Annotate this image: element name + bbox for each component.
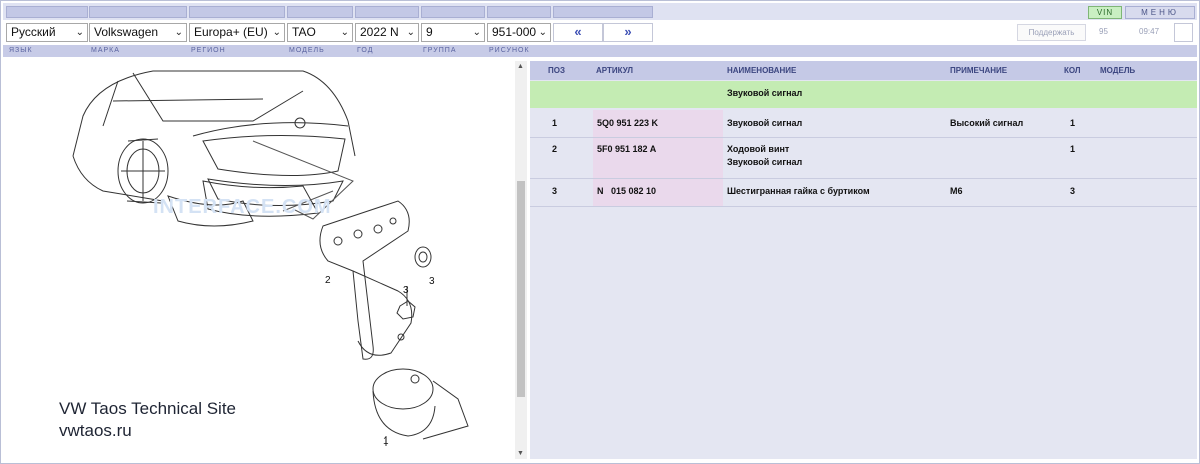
row-name-secondary: Звуковой сигнал: [727, 157, 803, 167]
toolbar-slot-figure[interactable]: [487, 6, 551, 18]
figure-value: 951-000: [492, 25, 537, 39]
table-row[interactable]: 1 5Q0 951 223 K Звуковой сигнал Высокий …: [530, 110, 1197, 138]
blank-input[interactable]: [1174, 23, 1193, 42]
group-title: Звуковой сигнал: [727, 88, 803, 98]
group-select[interactable]: 9 ⌄: [421, 23, 485, 42]
brand-select[interactable]: Volkswagen ⌄: [89, 23, 187, 42]
table-row[interactable]: 2 5F0 951 182 A Ходовой винт Звуковой си…: [530, 138, 1197, 179]
scroll-up-icon[interactable]: ▲: [517, 63, 524, 70]
callout-1: 1: [383, 436, 389, 447]
parts-diagram: 2 3 3 1 INTERFACE.COM VW Taos Technical …: [3, 61, 513, 461]
region-select[interactable]: Europa+ (EU) ⌄: [189, 23, 285, 42]
col-article: АРТИКУЛ: [596, 66, 634, 75]
top-toolbar: VIN МЕНЮ: [3, 3, 1197, 20]
site-name: VW Taos Technical Site: [59, 399, 237, 418]
row-name: Звуковой сигнал: [727, 118, 803, 128]
toolbar-slot-region[interactable]: [189, 6, 285, 18]
menu-button[interactable]: МЕНЮ: [1125, 6, 1195, 19]
app-frame: VIN МЕНЮ Русский ⌄ Volkswagen ⌄ Europa+ (E…: [0, 0, 1200, 464]
row-note: M6: [950, 186, 963, 196]
year-select[interactable]: 2022 N ⌄: [355, 23, 419, 42]
model-select[interactable]: TAO ⌄: [287, 23, 353, 42]
group-value: 9: [426, 25, 433, 39]
chevron-down-icon: ⌄: [75, 27, 84, 38]
brand-value: Volkswagen: [94, 25, 159, 39]
clock-text: 09:47: [1139, 27, 1160, 36]
group-row[interactable]: Звуковой сигнал: [530, 81, 1197, 108]
toolbar-slot-brand[interactable]: [89, 6, 187, 18]
region-value: Europa+ (EU): [194, 25, 268, 39]
row-pos: 2: [552, 144, 558, 154]
toolbar-slot-language[interactable]: [6, 6, 88, 18]
row-name: Шестигранная гайка с буртиком: [727, 186, 870, 196]
support-button[interactable]: Поддержать: [1017, 24, 1086, 41]
site-url[interactable]: vwtaos.ru: [59, 421, 132, 441]
col-name: НАИМЕНОВАНИЕ: [727, 66, 797, 75]
row-pos: 3: [552, 186, 558, 196]
chevron-down-icon: ⌄: [538, 27, 547, 38]
chevron-down-icon: ⌄: [406, 27, 415, 38]
row-qty: 3: [1070, 186, 1076, 196]
row-article[interactable]: N 015 082 10: [597, 186, 656, 196]
label-language: ЯЗЫК: [9, 47, 33, 54]
label-group: ГРУППА: [423, 47, 457, 54]
callout-3a: 3: [429, 276, 435, 287]
next-figure-button[interactable]: »: [603, 23, 653, 42]
callout-2: 2: [325, 275, 331, 286]
counter-text: 95: [1099, 27, 1108, 36]
model-value: TAO: [292, 25, 316, 39]
col-note: ПРИМЕЧАНИЕ: [950, 66, 1008, 75]
scroll-down-icon[interactable]: ▼: [517, 450, 524, 457]
label-figure: РИСУНОК: [489, 47, 530, 54]
year-value: 2022 N: [360, 25, 399, 39]
chevron-down-icon: ⌄: [472, 27, 481, 38]
label-brand: МАРКА: [91, 47, 120, 54]
row-name: Ходовой винт: [727, 144, 790, 154]
toolbar-slot-group[interactable]: [421, 6, 485, 18]
vin-button[interactable]: VIN: [1088, 6, 1122, 19]
chevron-down-icon: ⌄: [340, 27, 349, 38]
chevron-down-icon: ⌄: [174, 27, 183, 38]
toolbar-slot-model[interactable]: [287, 6, 353, 18]
watermark-text: INTERFACE.COM: [153, 196, 332, 218]
diagram-scrollbar[interactable]: ▲ ▼: [515, 61, 527, 459]
toolbar-slot-nav[interactable]: [553, 6, 653, 18]
col-model: МОДЕЛЬ: [1100, 66, 1136, 75]
prev-figure-button[interactable]: «: [553, 23, 603, 42]
toolbar-slot-year[interactable]: [355, 6, 419, 18]
col-pos: ПОЗ: [548, 66, 565, 75]
label-year: ГОД: [357, 47, 374, 54]
label-region: РЕГИОН: [191, 47, 226, 54]
language-value: Русский: [11, 25, 56, 39]
filter-row: Русский ⌄ Volkswagen ⌄ Europa+ (EU) ⌄ TAO ⌄ …: [3, 21, 1197, 45]
row-article[interactable]: 5Q0 951 223 K: [597, 118, 658, 128]
filter-labels: ЯЗЫК МАРКА РЕГИОН МОДЕЛЬ ГОД ГРУППА РИСУ…: [3, 45, 1197, 57]
row-pos: 1: [552, 118, 558, 128]
row-article[interactable]: 5F0 951 182 A: [597, 144, 656, 154]
label-model: МОДЕЛЬ: [289, 47, 325, 54]
scrollbar-thumb[interactable]: [517, 181, 525, 397]
row-qty: 1: [1070, 118, 1076, 128]
table-row[interactable]: 3 N 015 082 10 Шестигранная гайка с бурт…: [530, 179, 1197, 207]
row-note: Высокий сигнал: [950, 118, 1024, 128]
callout-3b: 3: [403, 285, 409, 296]
table-header: ПОЗ АРТИКУЛ НАИМЕНОВАНИЕ ПРИМЕЧАНИЕ КОЛ …: [530, 61, 1197, 80]
parts-table: ПОЗ АРТИКУЛ НАИМЕНОВАНИЕ ПРИМЕЧАНИЕ КОЛ …: [530, 61, 1197, 459]
figure-select[interactable]: 951-000 ⌄: [487, 23, 551, 42]
row-qty: 1: [1070, 144, 1076, 154]
col-qty: КОЛ: [1064, 66, 1081, 75]
language-select[interactable]: Русский ⌄: [6, 23, 88, 42]
chevron-down-icon: ⌄: [272, 27, 281, 38]
